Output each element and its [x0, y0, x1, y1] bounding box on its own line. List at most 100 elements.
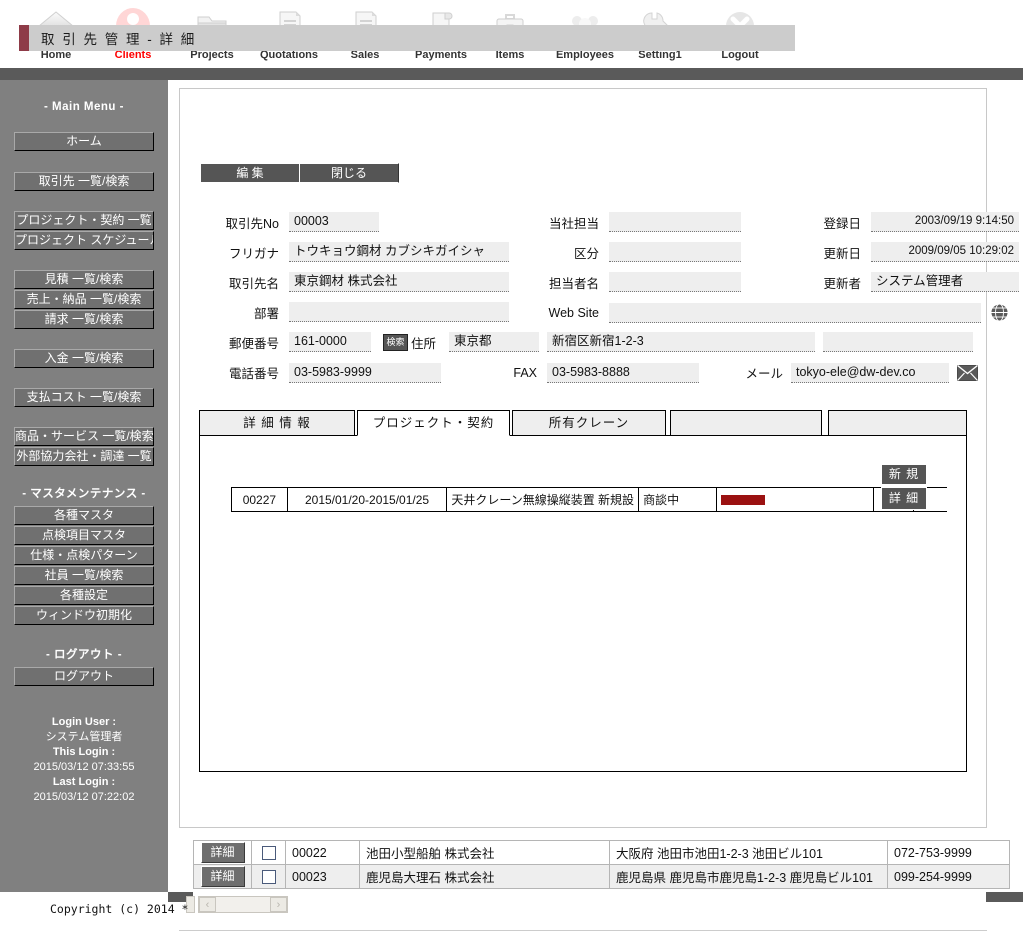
row-checkbox[interactable] [261, 869, 276, 884]
table-row[interactable]: 詳細 00022 池田小型船舶 株式会社 大阪府 池田市池田1-2-3 池田ビル… [193, 840, 1010, 865]
sidebar-item-invoice-list[interactable]: 請求 一覧/検索 [14, 310, 154, 329]
envelope-icon[interactable] [957, 362, 978, 383]
tab-bar: 詳 細 情 報 プロジェクト・契約 所有クレーン [199, 410, 967, 436]
bottom-list-scrollbar[interactable]: ‹ › [198, 896, 288, 913]
sidebar-item-project-schedule[interactable]: プロジェクト スケジュール [14, 231, 154, 250]
department-field[interactable] [289, 302, 509, 322]
upd-date-label: 更新日 [823, 246, 861, 261]
client-name-label: 取引先名 [228, 276, 279, 291]
cell-period: 2015/01/20-2015/01/25 [286, 487, 448, 512]
tab-content-panel [199, 435, 967, 772]
sidebar-item-products-services[interactable]: 商品・サービス 一覧/検索 [14, 427, 154, 446]
tel-field[interactable]: 03-5983-9999 [289, 362, 441, 383]
cell-client-name: 鹿児島大理石 株式会社 [359, 864, 610, 889]
sidebar-item-receipts-list[interactable]: 入金 一覧/検索 [14, 349, 154, 368]
tab-owned-cranes[interactable]: 所有クレーン [512, 410, 666, 436]
cell-client-address: 大阪府 池田市池田1-2-3 池田ビル101 [609, 840, 888, 865]
edit-button[interactable]: 編 集 [200, 163, 300, 183]
tab-empty-1[interactable] [670, 410, 822, 436]
sidebar-item-projects-contracts[interactable]: プロジェクト・契約 一覧 [14, 211, 154, 230]
client-no-field[interactable]: 00003 [289, 212, 379, 232]
sidebar-item-home[interactable]: ホーム [14, 132, 154, 151]
category-label: 区分 [573, 246, 599, 261]
sidebar-item-window-reset[interactable]: ウィンドウ初期化 [14, 606, 154, 625]
updater-label: 更新者 [823, 276, 861, 291]
reg-date-label: 登録日 [823, 216, 861, 231]
cell-checkbox [251, 864, 286, 889]
address-line-field[interactable]: 新宿区新宿1-2-3 [547, 332, 815, 352]
last-login-label: Last Login : [52, 776, 116, 788]
project-detail-button[interactable]: 詳 細 [881, 487, 927, 510]
sidebar-item-master-various[interactable]: 各種マスタ [14, 506, 154, 525]
sidebar-item-employee-list[interactable]: 社員 一覧/検索 [14, 566, 154, 585]
contact-name-field[interactable] [609, 272, 741, 292]
cell-client-name: 池田小型船舶 株式会社 [359, 840, 610, 865]
fax-field[interactable]: 03-5983-8888 [547, 362, 699, 383]
client-name-field[interactable]: 東京鋼材 株式会社 [289, 272, 509, 292]
category-field[interactable] [609, 242, 741, 262]
sidebar-item-clients-list[interactable]: 取引先 一覧/検索 [14, 172, 154, 191]
sidebar-master-title: - マスタメンテナンス - [22, 488, 146, 500]
sidebar-item-payment-cost-list[interactable]: 支払コスト 一覧/検索 [14, 388, 154, 407]
furigana-field[interactable]: トウキョウ鋼材 カブシキガイシャ [289, 242, 509, 262]
zip-field[interactable]: 161-0000 [289, 332, 371, 352]
cell-client-tel: 099-254-9999 [887, 864, 1010, 889]
page-title: 取 引 先 管 理 - 詳 細 [41, 32, 197, 47]
website-field[interactable] [609, 302, 981, 323]
tab-empty-2[interactable] [828, 410, 967, 436]
page-action-buttons: 編 集閉じる [200, 163, 399, 183]
mail-label: メール [745, 367, 783, 381]
row-checkbox[interactable] [261, 845, 276, 860]
sidebar-item-spec-inspection-pattern[interactable]: 仕様・点検パターン [14, 546, 154, 565]
contact-name-label: 担当者名 [548, 276, 599, 291]
website-label: Web Site [548, 305, 600, 320]
department-label: 部署 [253, 306, 279, 321]
cell-client-address: 鹿児島県 鹿児島市鹿児島1-2-3 鹿児島ビル101 [609, 864, 888, 889]
tel-label: 電話番号 [228, 367, 279, 381]
reg-date-field: 2003/09/19 9:14:50 [871, 212, 1019, 232]
new-project-button[interactable]: 新 規 [881, 464, 927, 485]
table-row[interactable]: 詳細 00023 鹿児島大理石 株式会社 鹿児島県 鹿児島市鹿児島1-2-3 鹿… [193, 864, 1010, 889]
cell-no: 00227 [231, 487, 288, 512]
cell-progress-bar [715, 487, 875, 512]
sidebar-logout-title: - ログアウト - [45, 649, 123, 661]
project-table: 00227 2015/01/20-2015/01/25 天井クレーン無線操縦装置… [231, 487, 947, 512]
cell-client-tel: 072-753-9999 [887, 840, 1010, 865]
tab-detail-info[interactable]: 詳 細 情 報 [199, 410, 355, 436]
sidebar-item-various-settings[interactable]: 各種設定 [14, 586, 154, 605]
mail-field[interactable]: tokyo-ele@dw-dev.co [791, 362, 949, 383]
address-pref-field[interactable]: 東京都 [449, 332, 539, 352]
sidebar-main-menu-title: - Main Menu - [44, 101, 124, 113]
scroll-left-arrow[interactable]: ‹ [199, 897, 216, 912]
furigana-label: フリガナ [228, 246, 279, 261]
cell-client-no: 00022 [285, 840, 360, 865]
zip-search-button[interactable]: 検索 [383, 333, 408, 351]
sidebar-item-inspection-items-master[interactable]: 点検項目マスタ [14, 526, 154, 545]
cell-client-no: 00023 [285, 864, 360, 889]
row-detail-button[interactable]: 詳細 [200, 866, 245, 887]
updater-field: システム管理者 [871, 272, 1019, 292]
row-detail-button[interactable]: 詳細 [200, 842, 245, 863]
scroll-right-arrow[interactable]: › [270, 897, 287, 912]
fax-label: FAX [513, 365, 537, 380]
sidebar-item-partners-procurement[interactable]: 外部協力会社・調達 一覧 [14, 447, 154, 466]
our-rep-field[interactable] [609, 212, 741, 232]
sidebar-item-quotation-list[interactable]: 見積 一覧/検索 [14, 270, 154, 289]
globe-icon[interactable] [989, 302, 1010, 323]
tab-projects-contracts[interactable]: プロジェクト・契約 [357, 410, 510, 436]
table-row[interactable]: 00227 2015/01/20-2015/01/25 天井クレーン無線操縦装置… [231, 487, 947, 512]
cell-status: 商談中 [638, 487, 717, 512]
address-label: 住所 [411, 336, 437, 351]
login-info: Login User : システム管理者 This Login : 2015/0… [0, 715, 168, 805]
sidebar-item-sales-delivery-list[interactable]: 売上・納品 一覧/検索 [14, 290, 154, 309]
close-button[interactable]: 閉じる [299, 163, 399, 183]
address-extra-field[interactable] [823, 332, 973, 352]
sidebar-item-logout[interactable]: ログアウト [14, 667, 154, 686]
page-title-bar: 取 引 先 管 理 - 詳 細 [19, 25, 795, 51]
zip-label: 郵便番号 [228, 336, 279, 351]
this-login-label: This Login : [52, 746, 116, 758]
nav-divider-strip [0, 68, 1023, 80]
client-no-label: 取引先No [225, 216, 279, 231]
bottom-client-list: 詳細 00022 池田小型船舶 株式会社 大阪府 池田市池田1-2-3 池田ビル… [193, 840, 1010, 902]
upd-date-field: 2009/09/05 10:29:02 [871, 242, 1019, 262]
